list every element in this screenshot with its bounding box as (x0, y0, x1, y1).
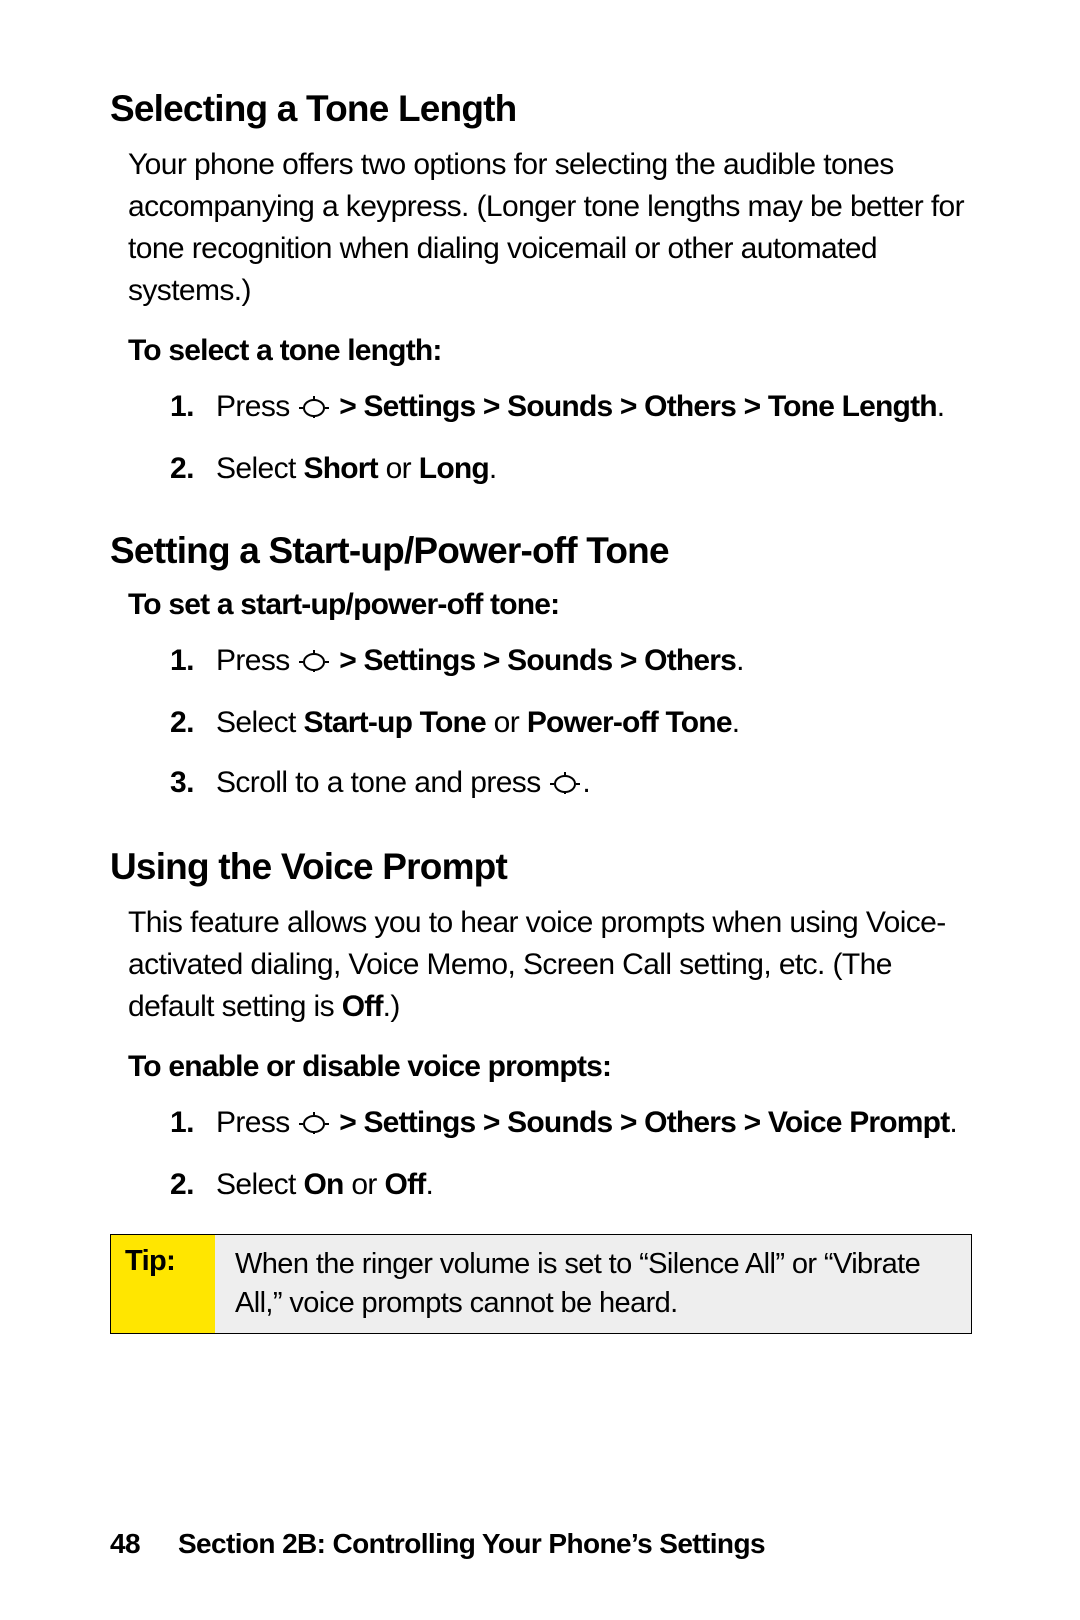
period: . (949, 1106, 957, 1139)
step-text: Select (216, 452, 304, 485)
step-text: Press (216, 1106, 290, 1139)
paragraph-tone-length: Your phone offers two options for select… (128, 144, 970, 312)
manual-page: Selecting a Tone Length Your phone offer… (0, 0, 1080, 1620)
step-2: Select Short or Long. (170, 448, 970, 490)
steps-tone-length: Press > Settings > Sounds > Others > Ton… (170, 386, 970, 490)
heading-startup-poweroff: Setting a Start-up/Power-off Tone (110, 530, 970, 572)
nav-path: > Settings > Sounds > Others > Tone Leng… (339, 390, 937, 423)
subhead-enable-voice-prompt: To enable or disable voice prompts: (128, 1050, 970, 1084)
page-number: 48 (110, 1528, 140, 1560)
period: . (736, 644, 744, 677)
steps-startup-poweroff: Press > Settings > Sounds > Others. Sele… (170, 640, 970, 806)
subhead-set-startup-poweroff: To set a start-up/power-off tone: (128, 588, 970, 622)
tip-box: Tip: When the ringer volume is set to “S… (110, 1234, 972, 1334)
step-2: Select Start-up Tone or Power-off Tone. (170, 702, 970, 744)
period: . (425, 1168, 433, 1201)
step-text: Press (216, 644, 290, 677)
option-on: On (304, 1168, 344, 1201)
period: . (732, 706, 740, 739)
option-off: Off (385, 1168, 426, 1201)
paragraph-voice-prompt: This feature allows you to hear voice pr… (128, 902, 970, 1028)
period: . (937, 390, 945, 423)
step-1: Press > Settings > Sounds > Others > Ton… (170, 386, 970, 430)
step-text: Select (216, 1168, 304, 1201)
heading-tone-length: Selecting a Tone Length (110, 88, 970, 130)
step-3: Scroll to a tone and press . (170, 762, 970, 806)
nav-key-icon (550, 764, 580, 806)
tip-label: Tip: (111, 1235, 215, 1333)
nav-key-icon (299, 642, 329, 684)
step-2: Select On or Off. (170, 1164, 970, 1206)
step-1: Press > Settings > Sounds > Others. (170, 640, 970, 684)
option-startup-tone: Start-up Tone (304, 706, 486, 739)
steps-voice-prompt: Press > Settings > Sounds > Others > Voi… (170, 1102, 970, 1206)
nav-path: > Settings > Sounds > Others > Voice Pro… (339, 1106, 949, 1139)
option-short: Short (304, 452, 378, 485)
p-text: This feature allows you to hear voice pr… (128, 906, 946, 1023)
heading-voice-prompt: Using the Voice Prompt (110, 846, 970, 888)
step-text: Press (216, 390, 290, 423)
p-text-tail: .) (383, 990, 400, 1023)
default-off: Off (342, 990, 383, 1023)
step-text: Scroll to a tone and press (216, 766, 541, 799)
subhead-select-tone-length: To select a tone length: (128, 334, 970, 368)
step-text-tail: . (582, 766, 590, 799)
or-text: or (378, 452, 419, 485)
page-footer: 48 Section 2B: Controlling Your Phone’s S… (110, 1528, 765, 1560)
step-1: Press > Settings > Sounds > Others > Voi… (170, 1102, 970, 1146)
nav-key-icon (299, 388, 329, 430)
period: . (489, 452, 497, 485)
nav-path: > Settings > Sounds > Others (339, 644, 736, 677)
option-poweroff-tone: Power-off Tone (527, 706, 732, 739)
option-long: Long (419, 452, 489, 485)
or-text: or (486, 706, 527, 739)
step-text: Select (216, 706, 304, 739)
nav-key-icon (299, 1104, 329, 1146)
or-text: or (344, 1168, 385, 1201)
section-title: Section 2B: Controlling Your Phone’s Set… (178, 1528, 765, 1559)
tip-body: When the ringer volume is set to “Silenc… (215, 1235, 971, 1333)
